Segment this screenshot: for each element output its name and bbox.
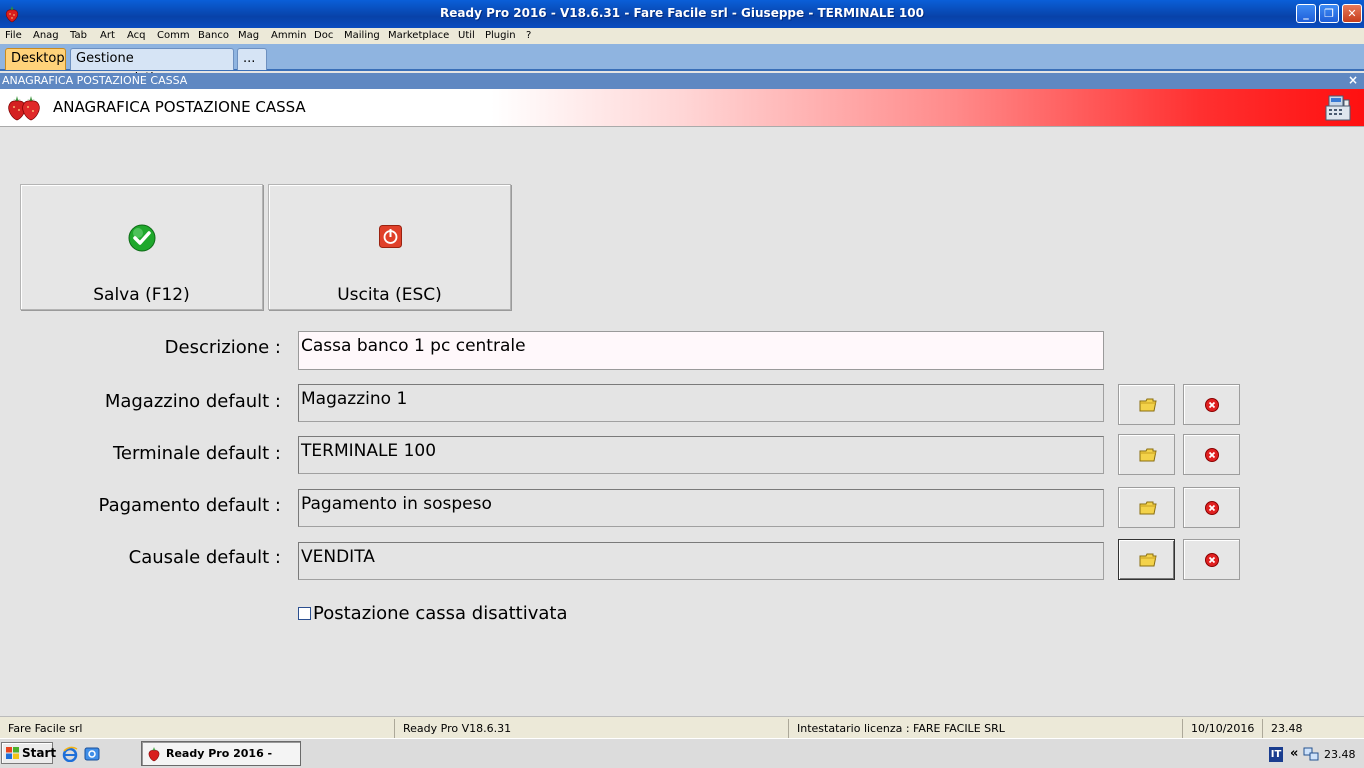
menu-util[interactable]: Util [458,28,475,43]
pagamento-browse-button[interactable] [1118,487,1175,528]
page-title: ANAGRAFICA POSTAZIONE CASSA [53,98,306,116]
status-bar: Fare Facile srl Ready Pro V18.6.31 Intes… [0,716,1364,738]
status-version: Ready Pro V18.6.31 [394,719,788,738]
folder-icon [1139,398,1157,412]
magazzino-field[interactable]: Magazzino 1 [298,384,1104,422]
status-date: 10/10/2016 [1182,719,1262,738]
title-bar: Ready Pro 2016 - V18.6.31 - Fare Facile … [0,0,1364,28]
menu-tab[interactable]: Tab [70,28,87,43]
tray-clock: 23.48 [1324,748,1356,761]
tab-gestione-messaggistica[interactable]: Gestione messaggistica [70,48,234,86]
checkmark-icon [128,224,156,252]
descrizione-input[interactable]: Cassa banco 1 pc centrale [298,331,1104,370]
tray-expand-chevron[interactable]: « [1290,746,1298,761]
causale-browse-button[interactable] [1118,539,1175,580]
strawberries-logo-icon [8,96,40,121]
header-banner: ANAGRAFICA POSTAZIONE CASSA [0,89,1364,127]
window-title: Ready Pro 2016 - V18.6.31 - Fare Facile … [440,6,924,20]
clear-icon [1205,448,1219,462]
start-label: Start [22,746,57,760]
terminale-browse-button[interactable] [1118,434,1175,475]
status-company: Fare Facile srl [8,722,83,735]
causale-label: Causale default : [128,547,281,568]
pagamento-clear-button[interactable] [1183,487,1240,528]
save-button-label: Salva (F12) [93,285,190,305]
cash-register-icon [1325,95,1351,121]
terminale-clear-button[interactable] [1183,434,1240,475]
folder-icon [1139,448,1157,462]
menu-ammin[interactable]: Ammin [271,28,306,43]
clear-icon [1205,553,1219,567]
status-license: Intestatario licenza : FARE FACILE SRL [788,719,1182,738]
folder-icon [1139,553,1157,567]
menu-anag[interactable]: Anag [33,28,59,43]
clear-icon [1205,398,1219,412]
strawberry-icon [148,747,160,762]
power-icon [379,225,402,248]
tab-desktop[interactable]: Desktop [5,48,66,70]
form-close-icon[interactable]: × [1348,73,1358,87]
taskbar: Start Ready Pro 2016 - V18... IT « 23.48 [0,738,1364,768]
menu-mag[interactable]: Mag [238,28,259,43]
menu-help[interactable]: ? [526,28,531,43]
tab-strip: Desktop Gestione messaggistica ... [0,44,1364,86]
network-icon[interactable] [1303,746,1319,762]
close-button[interactable]: ✕ [1342,4,1362,23]
taskbar-item-label: Ready Pro 2016 - V18... [166,747,273,760]
menu-doc[interactable]: Doc [314,28,333,43]
clear-icon [1205,501,1219,515]
tab-more[interactable]: ... [237,48,267,70]
exit-button-label: Uscita (ESC) [337,285,442,305]
pagamento-field[interactable]: Pagamento in sospeso [298,489,1104,527]
folder-icon [1139,501,1157,515]
menu-mailing[interactable]: Mailing [344,28,380,43]
start-button[interactable]: Start [1,742,57,764]
menu-plugin[interactable]: Plugin [485,28,516,43]
menu-file[interactable]: File [5,28,22,43]
form-window-title: ANAGRAFICA POSTAZIONE CASSA [2,74,188,87]
menu-comm[interactable]: Comm [157,28,190,43]
language-indicator[interactable]: IT [1269,747,1283,762]
magazzino-clear-button[interactable] [1183,384,1240,425]
descrizione-label: Descrizione : [164,337,281,358]
postazione-disattivata-label[interactable]: Postazione cassa disattivata [313,603,568,624]
postazione-disattivata-checkbox[interactable] [298,607,311,620]
terminale-label: Terminale default : [113,443,281,464]
taskbar-item-readypro[interactable]: Ready Pro 2016 - V18... [141,741,301,766]
form-window-caption: ANAGRAFICA POSTAZIONE CASSA × [0,73,1364,89]
causale-clear-button[interactable] [1183,539,1240,580]
show-desktop-icon[interactable] [84,746,100,762]
windows-logo-icon [6,747,19,759]
menu-marketplace[interactable]: Marketplace [388,28,449,43]
minimize-button[interactable]: _ [1296,4,1316,23]
exit-button[interactable]: Uscita (ESC) [268,184,511,310]
pagamento-label: Pagamento default : [98,495,281,516]
menu-acq[interactable]: Acq [127,28,146,43]
menu-art[interactable]: Art [100,28,115,43]
status-time: 23.48 [1262,719,1362,738]
save-button[interactable]: Salva (F12) [20,184,263,310]
magazzino-label: Magazzino default : [104,391,281,412]
magazzino-browse-button[interactable] [1118,384,1175,425]
internet-explorer-icon[interactable] [62,746,78,762]
restore-button[interactable]: ❐ [1319,4,1339,23]
menu-banco[interactable]: Banco [198,28,229,43]
causale-field[interactable]: VENDITA [298,542,1104,580]
menu-bar: File Anag Tab Art Acq Comm Banco Mag Amm… [0,28,1364,44]
terminale-field[interactable]: TERMINALE 100 [298,436,1104,474]
